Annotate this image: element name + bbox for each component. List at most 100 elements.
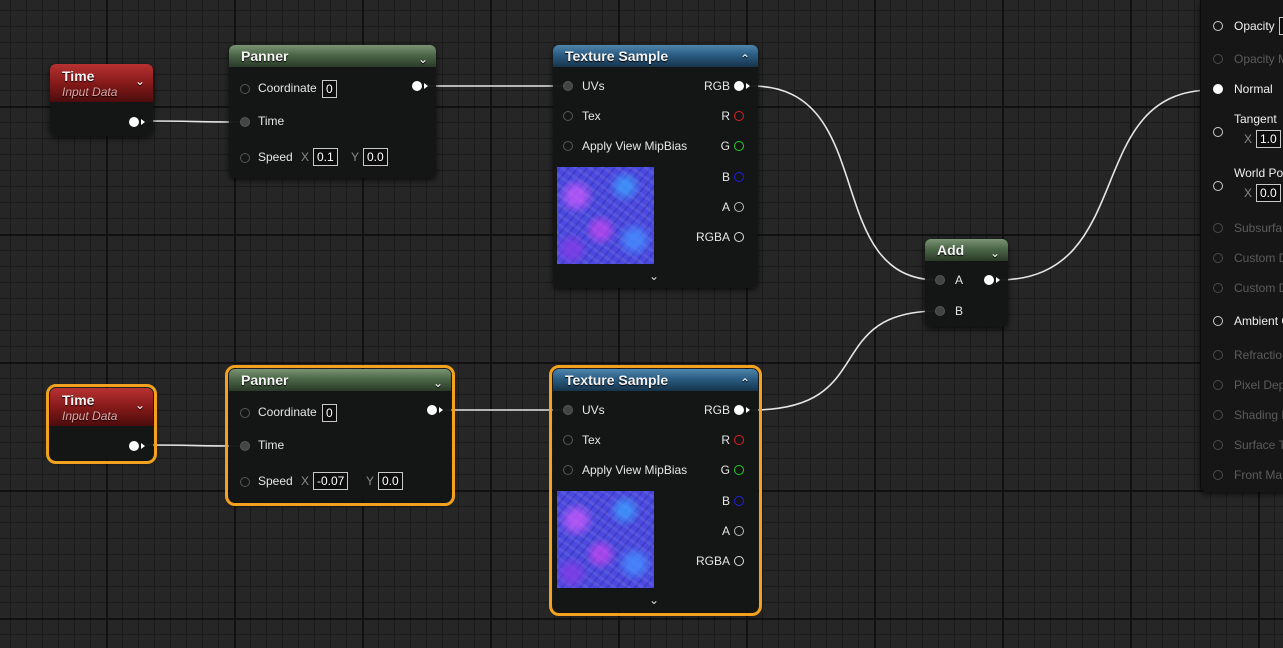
- time-node-1-header[interactable]: Time Input Data ⌄: [50, 64, 153, 102]
- add-output-pin[interactable]: [984, 275, 994, 285]
- texture-sample-node-2[interactable]: Texture Sample ⌃ UVs Tex Apply View MipB…: [549, 365, 762, 616]
- texture-1-rgb-pin[interactable]: [734, 81, 744, 91]
- refraction-pin[interactable]: [1213, 350, 1223, 360]
- material-result-node[interactable]: Opacity Opacity M Normal Tangent X 1.0 W…: [1200, 0, 1283, 492]
- texture-2-uvs-pin[interactable]: [563, 405, 573, 415]
- panner-1-time-label: Time: [258, 114, 285, 128]
- opacity-pin[interactable]: [1213, 21, 1223, 31]
- custom-data-1-pin[interactable]: [1213, 283, 1223, 293]
- time-node-2[interactable]: Time Input Data ⌄: [46, 384, 157, 464]
- panner-1-speed-x-input[interactable]: 0.1: [313, 148, 338, 166]
- texture-2-b-pin[interactable]: [734, 496, 744, 506]
- time-node-1-output-pin[interactable]: [129, 117, 139, 127]
- panner-1-speed-y-input[interactable]: 0.0: [363, 148, 388, 166]
- panner-1-output-pin[interactable]: [412, 81, 422, 91]
- texture-2-mipbias-label: Apply View MipBias: [582, 463, 688, 477]
- texture-sample-1-title: Texture Sample: [565, 48, 669, 64]
- texture-2-r-pin[interactable]: [734, 435, 744, 445]
- texture-1-uvs-label: UVs: [582, 79, 605, 93]
- time-node-2-header[interactable]: Time Input Data ⌄: [50, 388, 153, 426]
- time-node-1[interactable]: Time Input Data ⌄: [50, 64, 153, 136]
- panner-node-2-header[interactable]: Panner ⌄: [229, 369, 451, 391]
- front-material-pin[interactable]: [1213, 470, 1223, 480]
- chevron-down-icon[interactable]: ⌄: [990, 242, 1000, 264]
- panner-2-time-pin[interactable]: [240, 441, 250, 451]
- panner-1-coordinate-input[interactable]: 0: [322, 80, 337, 98]
- ambient-occlusion-pin[interactable]: [1213, 316, 1223, 326]
- texture-sample-node-1[interactable]: Texture Sample ⌃ UVs Tex Apply View MipB…: [553, 45, 758, 288]
- chevron-up-icon[interactable]: ⌃: [740, 48, 750, 70]
- opacity-mask-pin[interactable]: [1213, 54, 1223, 64]
- texture-1-rgba-pin[interactable]: [734, 232, 744, 242]
- surface-thickness-pin[interactable]: [1213, 440, 1223, 450]
- pin-arrow-icon: [141, 443, 145, 449]
- add-input-a-label: A: [955, 273, 964, 287]
- panner-2-speed-y-input[interactable]: 0.0: [378, 472, 403, 490]
- custom-data-0-pin[interactable]: [1213, 253, 1223, 263]
- chevron-down-icon[interactable]: ⌄: [135, 74, 145, 88]
- texture-1-uvs-pin[interactable]: [563, 81, 573, 91]
- texture-sample-2-header[interactable]: Texture Sample ⌃: [553, 369, 758, 391]
- texture-2-mipbias-pin[interactable]: [563, 465, 573, 475]
- subsurface-pin[interactable]: [1213, 223, 1223, 233]
- add-node-header[interactable]: Add ⌄: [925, 239, 1008, 261]
- texture-2-rgb-pin[interactable]: [734, 405, 744, 415]
- add-input-a-pin[interactable]: [935, 275, 945, 285]
- normal-pin[interactable]: [1213, 84, 1223, 94]
- panner-2-speed-x-input[interactable]: -0.07: [313, 472, 349, 490]
- chevron-down-icon[interactable]: ⌄: [649, 593, 659, 607]
- texture-2-r-label: R: [721, 433, 730, 447]
- panner-2-coordinate-input[interactable]: 0: [322, 404, 337, 422]
- world-position-offset-pin[interactable]: [1213, 181, 1223, 191]
- texture-1-r-pin[interactable]: [734, 111, 744, 121]
- chevron-down-icon[interactable]: ⌄: [418, 48, 428, 70]
- wire-time1-panner1: [145, 120, 241, 123]
- panner-1-coordinate-label: Coordinate: [258, 81, 317, 95]
- world-position-offset-label: World Po: [1234, 166, 1283, 180]
- texture-1-mipbias-pin[interactable]: [563, 141, 573, 151]
- texture-1-a-pin[interactable]: [734, 202, 744, 212]
- panner-2-output-pin[interactable]: [427, 405, 437, 415]
- panner-node-1-header[interactable]: Panner ⌄: [229, 45, 436, 67]
- chevron-down-icon[interactable]: ⌄: [135, 398, 145, 412]
- texture-2-a-pin[interactable]: [734, 526, 744, 536]
- opacity-mask-label: Opacity M: [1234, 52, 1283, 66]
- panner-2-time-label: Time: [258, 438, 285, 452]
- texture-1-a-label: A: [721, 200, 730, 214]
- panner-1-speed-pin[interactable]: [240, 153, 250, 163]
- pin-arrow-icon: [439, 407, 443, 413]
- texture-sample-1-header[interactable]: Texture Sample ⌃: [553, 45, 758, 67]
- panner-node-1[interactable]: Panner ⌄ Coordinate 0 Time Speed X 0.1 Y…: [229, 45, 436, 178]
- world-position-x-input[interactable]: 0.0: [1256, 184, 1281, 202]
- chevron-down-icon[interactable]: ⌄: [433, 372, 443, 394]
- panner-node-2[interactable]: Panner ⌄ Coordinate 0 Time Speed X -0.07…: [225, 365, 455, 506]
- ambient-occlusion-label: Ambient C: [1234, 314, 1283, 328]
- panner-1-speed-label: Speed: [258, 150, 293, 164]
- texture-2-g-pin[interactable]: [734, 465, 744, 475]
- panner-1-coordinate-pin[interactable]: [240, 84, 250, 94]
- panner-2-speed-pin[interactable]: [240, 477, 250, 487]
- texture-1-g-pin[interactable]: [734, 141, 744, 151]
- tangent-x-input[interactable]: 1.0: [1256, 130, 1281, 148]
- tangent-pin[interactable]: [1213, 127, 1223, 137]
- texture-2-rgba-label: RGBA: [695, 554, 730, 568]
- shading-model-pin[interactable]: [1213, 410, 1223, 420]
- time-node-2-output-pin[interactable]: [129, 441, 139, 451]
- chevron-up-icon[interactable]: ⌃: [740, 372, 750, 394]
- texture-1-rgba-label: RGBA: [695, 230, 730, 244]
- add-input-b-pin[interactable]: [935, 306, 945, 316]
- texture-1-r-label: R: [721, 109, 730, 123]
- texture-1-b-pin[interactable]: [734, 172, 744, 182]
- panner-1-time-pin[interactable]: [240, 117, 250, 127]
- opacity-input[interactable]: [1279, 17, 1283, 35]
- panner-2-coordinate-pin[interactable]: [240, 408, 250, 418]
- texture-2-rgba-pin[interactable]: [734, 556, 744, 566]
- add-node[interactable]: Add ⌄ A B: [925, 239, 1008, 327]
- normal-label: Normal: [1234, 82, 1273, 96]
- panner-node-2-title: Panner: [241, 372, 289, 388]
- chevron-down-icon[interactable]: ⌄: [649, 269, 659, 283]
- time-node-1-title: Time: [62, 68, 95, 84]
- texture-2-tex-pin[interactable]: [563, 435, 573, 445]
- pixel-depth-offset-pin[interactable]: [1213, 380, 1223, 390]
- texture-1-tex-pin[interactable]: [563, 111, 573, 121]
